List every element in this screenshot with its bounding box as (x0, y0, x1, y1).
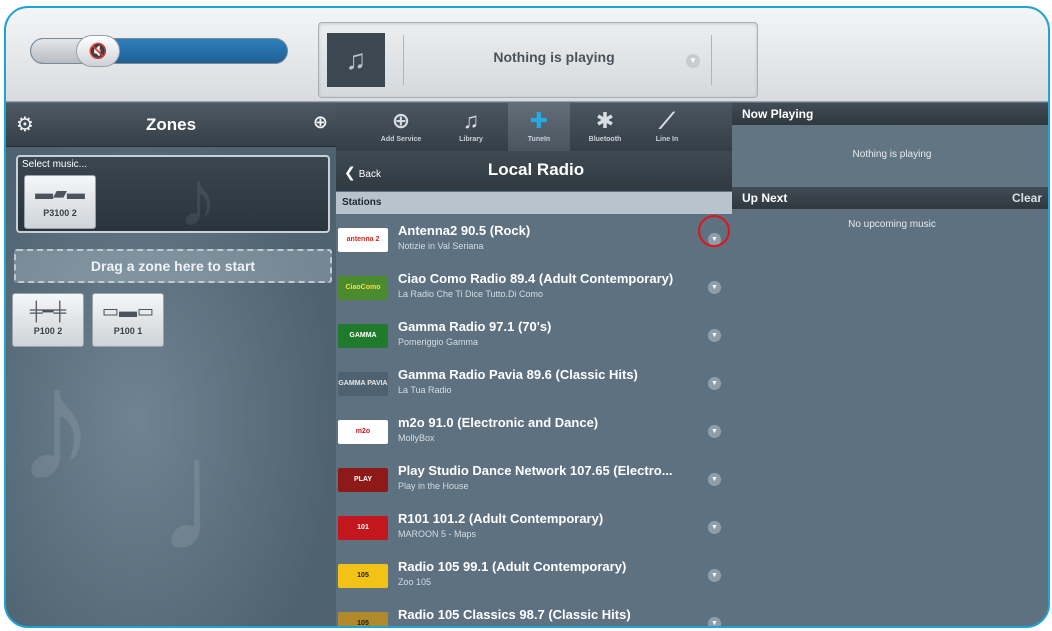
station-subtitle: The only Vintage Radio (398, 625, 491, 626)
station-logo: 101 (338, 516, 388, 540)
station-title: Radio 105 99.1 (Adult Contemporary) (398, 559, 627, 574)
station-row[interactable]: 101 R101 101.2 (Adult Contemporary) MAROON… (336, 504, 732, 552)
chevron-down-icon[interactable]: ▼ (708, 329, 721, 342)
station-row[interactable]: m2o m2o 91.0 (Electronic and Dance) MollyB… (336, 408, 732, 456)
album-art-placeholder: ♫ (327, 33, 385, 87)
station-row[interactable]: PLAY Play Studio Dance Network 107.65 (El… (336, 456, 732, 504)
source-tunein[interactable]: ✚ TuneIn (508, 103, 570, 151)
station-logo: GAMMA (338, 324, 388, 348)
select-music-label: Select music... (22, 159, 88, 170)
zone-drop-target[interactable]: Drag a zone here to start (14, 249, 332, 283)
station-logo: m2o (338, 420, 388, 444)
station-subtitle: Play in the House (398, 481, 469, 491)
station-subtitle: MollyBox (398, 433, 435, 443)
station-list: antenna 2 Antenna2 90.5 (Rock) Notizie in … (336, 216, 732, 626)
speaker-pair-icon: ╪━╪ (29, 301, 67, 321)
now-playing-header: Now Playing (732, 103, 1048, 125)
station-title: R101 101.2 (Adult Contemporary) (398, 511, 604, 526)
highlight-circle (698, 215, 730, 247)
music-note-icon: ♫ (462, 108, 480, 133)
browse-panel: ⊕ Add Service ♫ Library ✚ TuneIn ✱ Bluet… (336, 103, 732, 626)
now-playing-text: Nothing is playing (493, 49, 615, 65)
station-subtitle: MAROON 5 - Maps (398, 529, 477, 539)
chevron-down-icon[interactable]: ▼ (708, 569, 721, 582)
station-row[interactable]: antenna 2 Antenna2 90.5 (Rock) Notizie in … (336, 216, 732, 264)
now-playing-bar[interactable]: ♫ Nothing is playing ▼ (318, 22, 758, 98)
line-in-icon: ⟋ (659, 108, 675, 133)
source-library[interactable]: ♫ Library (440, 103, 502, 151)
zone-tile-p100-2[interactable]: ╪━╪ P100 2 (12, 293, 84, 347)
gear-icon[interactable]: ⚙ (16, 112, 34, 137)
chevron-down-icon[interactable]: ▼ (708, 425, 721, 438)
up-next-header: Up Next Clear (732, 187, 1048, 209)
station-title: Gamma Radio 97.1 (70's) (398, 319, 552, 334)
back-button[interactable]: ❮ Back (344, 164, 381, 181)
station-logo: GAMMA PAVIA (338, 372, 388, 396)
music-note-decoration: ♪ (16, 335, 96, 514)
station-logo: CiaoComo (338, 276, 388, 300)
source-line-in[interactable]: ⟋ Line In (636, 103, 698, 151)
tunein-icon: ✚ (529, 108, 549, 133)
station-title: Ciao Como Radio 89.4 (Adult Contemporary… (398, 271, 674, 286)
station-row[interactable]: GAMMA Gamma Radio 97.1 (70's) Pomeriggio G… (336, 312, 732, 360)
station-subtitle: Zoo 105 (398, 577, 432, 587)
station-title: Radio 105 Classics 98.7 (Classic Hits) (398, 607, 631, 622)
bluetooth-icon: ✱ (595, 108, 615, 133)
zones-header: ⚙ Zones ⊕ (6, 103, 336, 147)
station-subtitle: Notizie in Val Seriana (398, 241, 484, 251)
add-service-icon: ⊕ (391, 108, 411, 133)
zones-title: Zones (145, 115, 197, 134)
music-note-decoration: ♩ (156, 405, 316, 584)
browse-title-bar: ❮ Back Local Radio (336, 151, 732, 191)
zone-tile-p100-1[interactable]: ▭▬▭ P100 1 (92, 293, 164, 347)
station-title: m2o 91.0 (Electronic and Dance) (398, 415, 599, 430)
music-note-icon: ♫ (345, 44, 367, 75)
music-note-decoration: ♪ (178, 154, 218, 243)
station-title: Play Studio Dance Network 107.65 (Electr… (398, 463, 673, 478)
station-subtitle: Pomeriggio Gamma (398, 337, 479, 347)
source-bar: ⊕ Add Service ♫ Library ✚ TuneIn ✱ Bluet… (336, 103, 732, 151)
chevron-down-icon[interactable]: ▼ (708, 281, 721, 294)
chevron-left-icon: ❮ (344, 164, 356, 180)
chevron-down-icon[interactable]: ▼ (708, 521, 721, 534)
station-subtitle: La Tua Radio (398, 385, 452, 395)
group-zones-icon[interactable]: ⊕ (313, 112, 328, 133)
station-logo: PLAY (338, 468, 388, 492)
volume-slider[interactable] (30, 38, 288, 64)
zone-tile-p3100-2[interactable]: ▬▰▬ P3100 2 (24, 175, 96, 229)
now-playing-message: Nothing is playing (852, 149, 932, 160)
source-bluetooth[interactable]: ✱ Bluetooth (574, 103, 636, 151)
station-title: Gamma Radio Pavia 89.6 (Classic Hits) (398, 367, 638, 382)
empty-queue-message: No upcoming music (848, 219, 936, 230)
chevron-down-icon[interactable]: ▼ (708, 617, 721, 626)
station-row[interactable]: CiaoComo Ciao Como Radio 89.4 (Adult Cont… (336, 264, 732, 312)
queue-panel: Now Playing Nothing is playing Up Next C… (732, 103, 1048, 626)
station-row[interactable]: 105 Radio 105 Classics 98.7 (Classic Hits… (336, 600, 732, 626)
station-subtitle: La Radio Che Ti Dice Tutto.Di Como (398, 289, 544, 299)
page-title: Local Radio (487, 160, 585, 179)
clear-queue-button[interactable]: Clear (1012, 191, 1042, 205)
station-logo: 105 (338, 564, 388, 588)
chevron-down-icon[interactable]: ▼ (686, 54, 700, 68)
zones-panel: ♪ ♩ ⚙ Zones ⊕ Select music... ▬▰▬ P3100 … (6, 103, 336, 626)
source-add-service[interactable]: ⊕ Add Service (370, 103, 432, 151)
speaker-muted-icon[interactable]: 🔇 (89, 42, 108, 60)
station-logo: 105 (338, 612, 388, 626)
station-row[interactable]: 105 Radio 105 99.1 (Adult Contemporary) Zo… (336, 552, 732, 600)
selected-zone-card[interactable]: Select music... ▬▰▬ P3100 2 ♪ (16, 154, 330, 243)
speaker-system-icon: ▬▰▬ (35, 183, 85, 203)
station-row[interactable]: GAMMA PAVIA Gamma Radio Pavia 89.6 (Class… (336, 360, 732, 408)
app-frame: 🔇 ♫ Nothing is playing ▼ ♪ ♩ ⚙ Zones ⊕ S… (4, 6, 1050, 628)
tv-speaker-icon: ▭▬▭ (101, 301, 154, 321)
now-playing-area: Nothing is playing (732, 125, 1048, 187)
station-title: Antenna2 90.5 (Rock) (398, 223, 531, 238)
section-header: Stations (336, 192, 732, 214)
volume-slider-handle[interactable]: 🔇 (76, 35, 120, 67)
chevron-down-icon[interactable]: ▼ (708, 377, 721, 390)
station-logo: antenna 2 (338, 228, 388, 252)
chevron-down-icon[interactable]: ▼ (708, 473, 721, 486)
top-bar: 🔇 ♫ Nothing is playing ▼ (6, 8, 1048, 102)
